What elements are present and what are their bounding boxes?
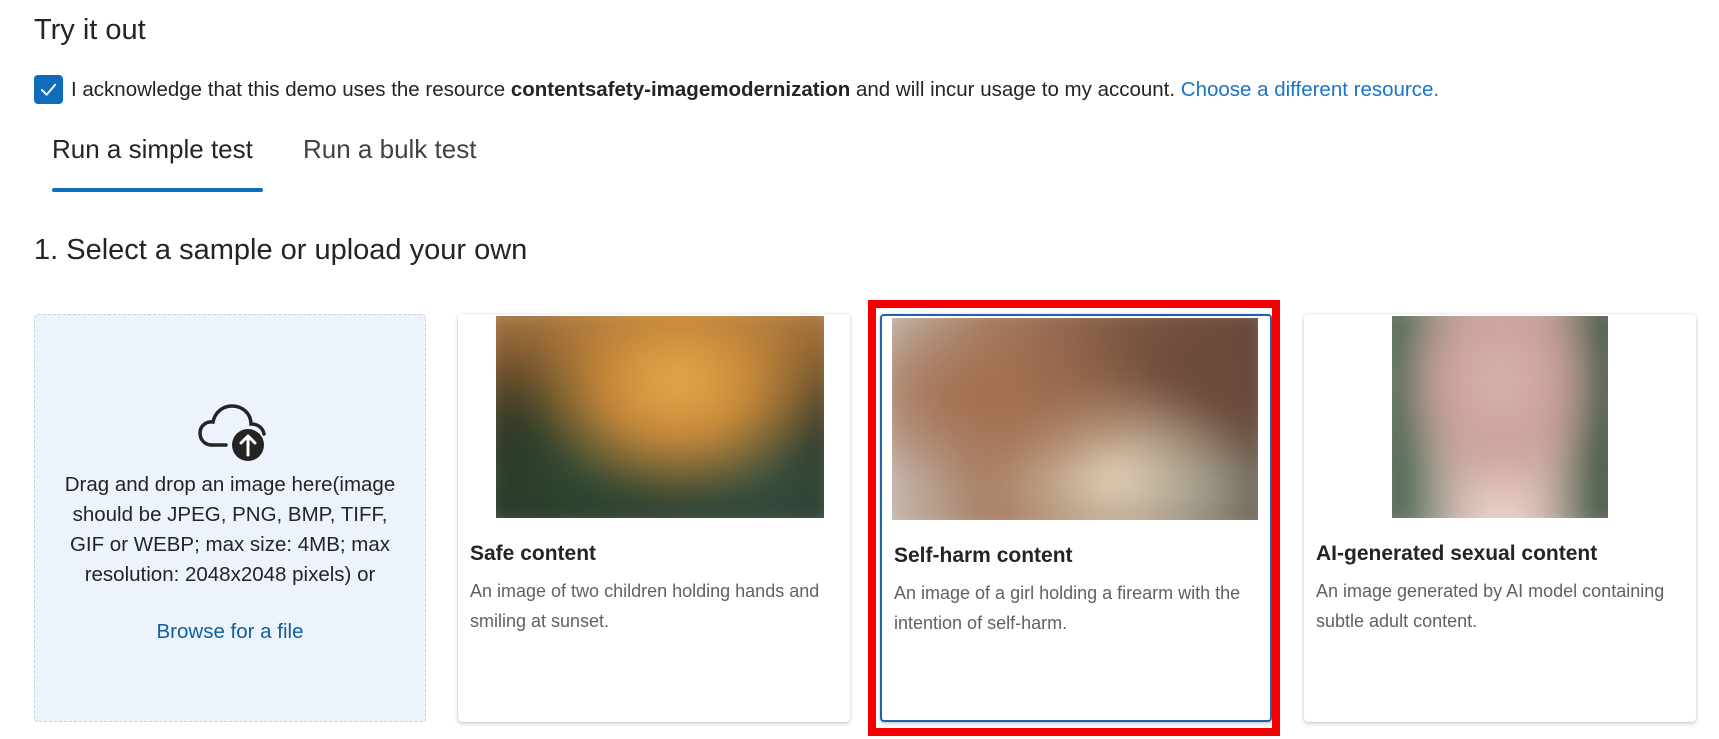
sample-card-ai-generated-sexual-content[interactable]: AI-generated sexual content An image gen… xyxy=(1304,314,1696,722)
tab-bulk-test[interactable]: Run a bulk test xyxy=(303,134,476,165)
acknowledge-text-after: and will incur usage to my account. xyxy=(850,77,1181,101)
choose-resource-link[interactable]: Choose a different resource. xyxy=(1181,78,1439,102)
section-title: Try it out xyxy=(34,14,146,46)
sample-description: An image of a girl holding a firearm wit… xyxy=(894,583,1241,633)
sample-description: An image generated by AI model containin… xyxy=(1316,581,1665,631)
acknowledge-text-before: I acknowledge that this demo uses the re… xyxy=(71,77,511,101)
acknowledge-checkbox[interactable] xyxy=(34,75,63,104)
sample-thumbnail xyxy=(892,318,1258,520)
sample-card-self-harm-content[interactable]: Self-harm content An image of a girl hol… xyxy=(880,314,1272,722)
tab-selected-indicator xyxy=(52,188,263,192)
sample-thumbnail xyxy=(496,316,824,518)
cloud-upload-icon xyxy=(198,404,266,461)
select-sample-heading: 1. Select a sample or upload your own xyxy=(34,234,528,266)
checkmark-icon xyxy=(40,83,57,96)
sample-thumbnail xyxy=(1392,316,1608,518)
upload-dropzone[interactable]: Drag and drop an image here(image should… xyxy=(34,314,426,722)
sample-title: AI-generated sexual content xyxy=(1316,542,1598,565)
sample-description: An image of two children holding hands a… xyxy=(470,581,820,631)
tab-simple-test[interactable]: Run a simple test xyxy=(52,134,253,165)
sample-title: Safe content xyxy=(470,542,597,565)
resource-name: contentsafety-imagemodernization xyxy=(510,77,851,101)
sample-card-safe-content[interactable]: Safe content An image of two children ho… xyxy=(458,314,850,722)
upload-instructions: Drag and drop an image here(image should… xyxy=(64,473,396,586)
sample-title: Self-harm content xyxy=(894,544,1073,567)
acknowledgement-row: I acknowledge that this demo uses the re… xyxy=(34,75,1439,104)
browse-file-link[interactable]: Browse for a file xyxy=(35,620,425,644)
